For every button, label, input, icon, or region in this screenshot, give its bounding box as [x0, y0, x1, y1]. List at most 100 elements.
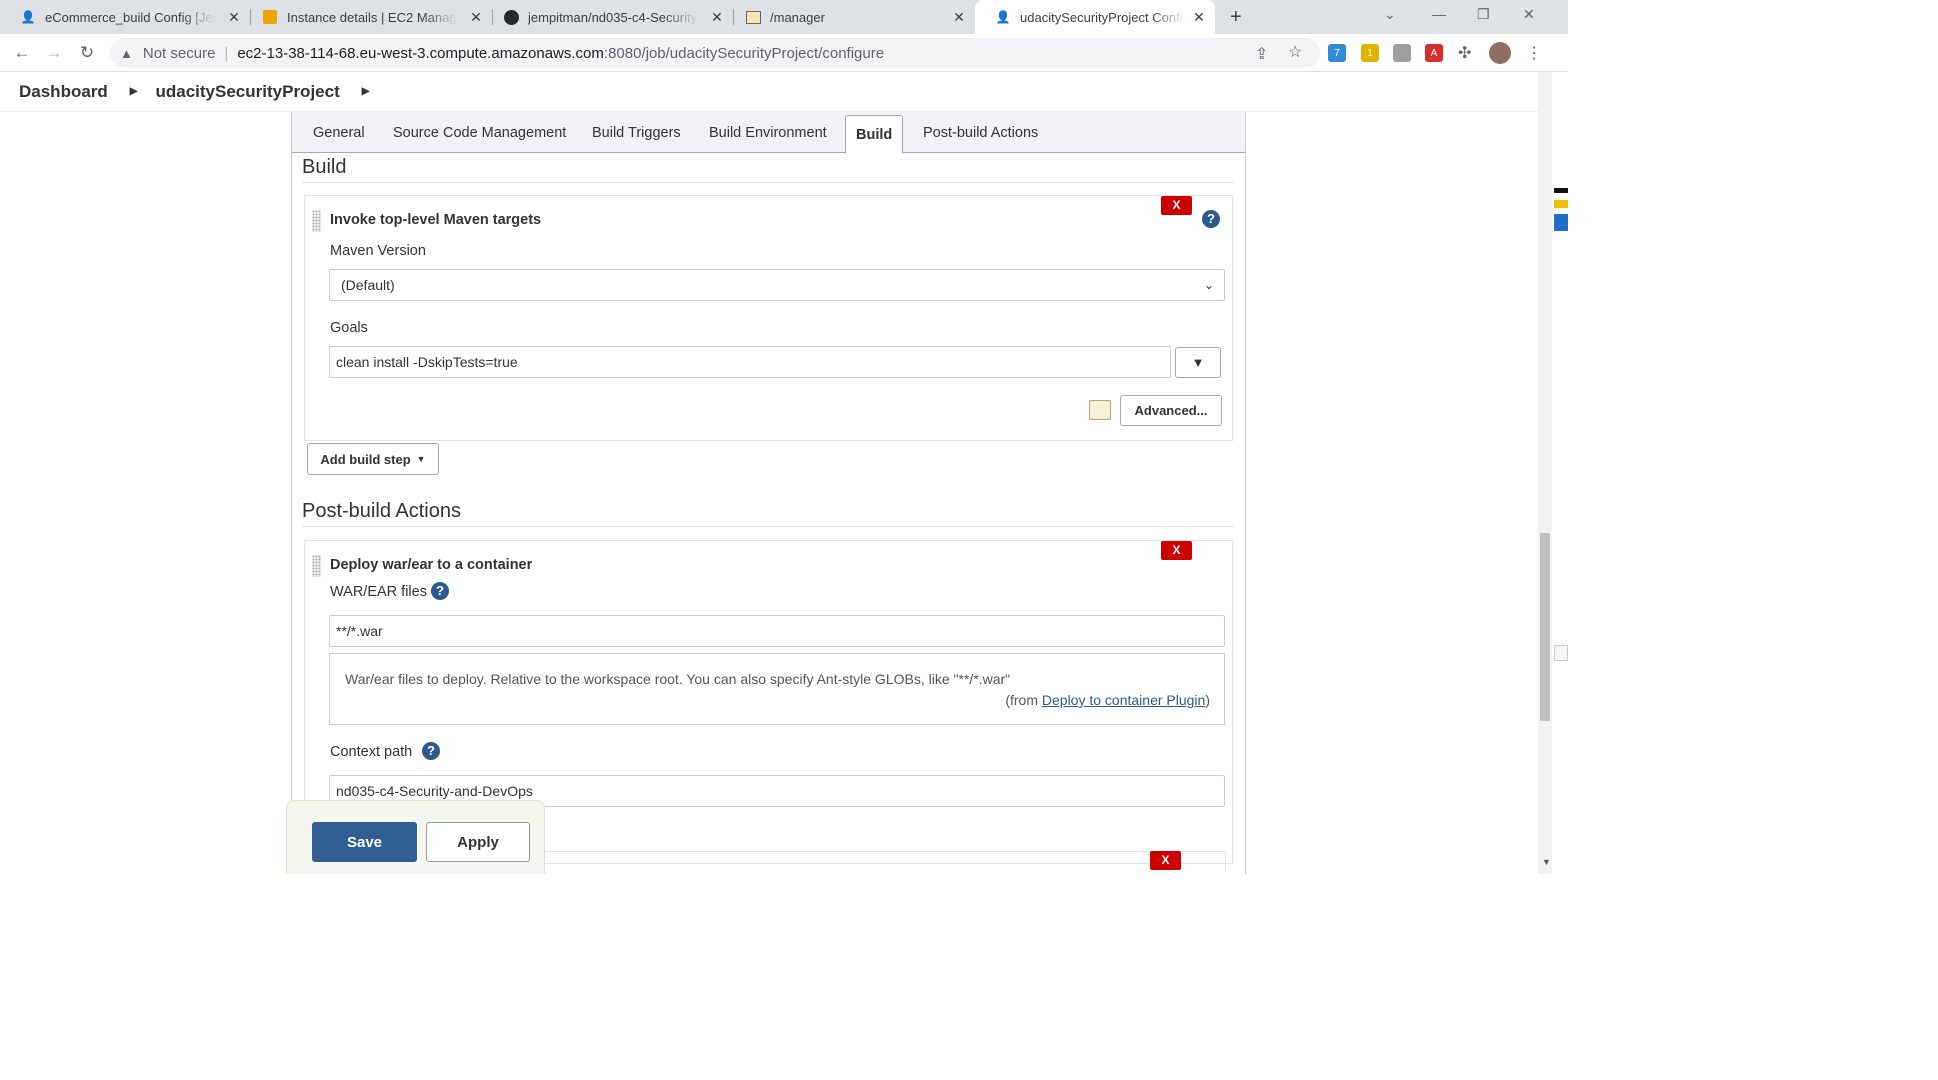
tab-title: eCommerce_build Config [Jenkins] [45, 9, 215, 25]
menu-kebab-icon[interactable]: ⋮ [1526, 43, 1542, 63]
chevron-right-icon[interactable]: ▶ [130, 86, 138, 97]
tab-build[interactable]: Build [845, 115, 904, 154]
tab-build-triggers[interactable]: Build Triggers [592, 125, 681, 141]
warning-triangle-icon: ▲ [120, 45, 133, 61]
tab-title: jempitman/nd035-c4-Security-and-DevOps [528, 9, 698, 25]
not-secure-label[interactable]: Not secure [143, 45, 216, 62]
back-arrow-icon[interactable]: ← [12, 43, 32, 63]
help-source-suffix: ) [1205, 692, 1210, 708]
notepad-icon[interactable] [1089, 400, 1111, 420]
section-title-build: Build [302, 156, 347, 178]
delete-post-build-button[interactable]: X [1161, 541, 1192, 560]
tab-build-environment[interactable]: Build Environment [709, 125, 827, 141]
goals-label: Goals [330, 320, 368, 336]
browser-tab-ecommerce-build[interactable]: 👤 eCommerce_build Config [Jenkins] ✕ [0, 0, 250, 34]
save-button[interactable]: Save [312, 822, 417, 862]
breadcrumb-dashboard[interactable]: Dashboard [19, 82, 108, 102]
browser-tab-active[interactable]: 👤 udacitySecurityProject Config [Jenkins… [975, 0, 1215, 34]
close-icon[interactable]: ✕ [226, 9, 242, 25]
address-bar[interactable]: ▲ Not secure | ec2-13-38-114-68.eu-west-… [110, 38, 1320, 68]
close-icon[interactable]: ✕ [709, 9, 725, 25]
drag-handle-icon[interactable] [312, 210, 321, 232]
help-icon[interactable]: ? [422, 742, 440, 760]
side-marker [1554, 214, 1568, 231]
browser-tab-manager[interactable]: /manager ✕ [725, 0, 975, 34]
expand-textarea-button[interactable]: ▼ [1175, 347, 1221, 378]
apply-button[interactable]: Apply [426, 822, 530, 862]
help-text: War/ear files to deploy. Relative to the… [345, 671, 1011, 687]
close-icon[interactable]: ✕ [468, 9, 484, 25]
post-build-step-title: Deploy war/ear to a container [330, 557, 533, 573]
side-marker [1554, 188, 1568, 193]
delete-container-button[interactable]: X [1150, 851, 1181, 870]
extension-badge-1-icon[interactable]: 1 [1361, 44, 1379, 62]
forward-arrow-icon[interactable]: → [44, 43, 64, 63]
share-icon[interactable]: ⇪ [1255, 44, 1268, 64]
browser-tab-strip: 👤 eCommerce_build Config [Jenkins] ✕ Ins… [0, 0, 1568, 34]
scroll-down-arrow-icon[interactable]: ▼ [1542, 857, 1551, 867]
drag-handle-icon[interactable] [312, 555, 321, 577]
maven-version-select[interactable]: (Default) ⌄ [329, 269, 1225, 301]
close-icon[interactable]: ✕ [1191, 9, 1207, 25]
job-config-form: General Source Code Management Build Tri… [291, 112, 1246, 874]
browser-tab-ec2[interactable]: Instance details | EC2 Management Consol… [242, 0, 492, 34]
profile-avatar-icon[interactable] [1489, 42, 1511, 64]
help-icon[interactable]: ? [431, 582, 449, 600]
help-icon[interactable]: ? [1202, 210, 1220, 228]
maven-version-value: (Default) [341, 277, 395, 293]
breadcrumb: Dashboard ▶ udacitySecurityProject ▶ [0, 72, 1540, 112]
help-source: (from Deploy to container Plugin) [1005, 692, 1210, 708]
build-step-title: Invoke top-level Maven targets [330, 212, 542, 228]
reload-icon[interactable]: ↻ [77, 43, 97, 63]
save-apply-bar: Save Apply [286, 800, 545, 874]
puzzle-extensions-icon[interactable]: ✣ [1458, 43, 1471, 63]
tab-search-icon[interactable]: ⌄ [1384, 6, 1396, 23]
side-marker [1554, 645, 1568, 661]
scrollbar-thumb[interactable] [1540, 533, 1550, 721]
url-host: ec2-13-38-114-68.eu-west-3.compute.amazo… [237, 44, 604, 62]
tab-title: Instance details | EC2 Management Consol… [287, 9, 457, 25]
build-step-maven: Invoke top-level Maven targets X ? Maven… [304, 195, 1233, 441]
chevron-right-icon[interactable]: ▶ [362, 86, 370, 97]
advanced-button[interactable]: Advanced... [1120, 395, 1222, 426]
side-marker [1554, 200, 1568, 208]
new-tab-icon[interactable]: + [1230, 6, 1242, 29]
extension-badge-count: 1 [1367, 47, 1373, 59]
jenkins-icon: 👤 [20, 10, 36, 24]
section-divider [302, 182, 1234, 183]
window-close-icon[interactable]: ✕ [1523, 6, 1535, 23]
pdf-extension-icon[interactable]: A [1425, 44, 1443, 62]
tab-general[interactable]: General [313, 125, 365, 141]
tab-post-build-actions[interactable]: Post-build Actions [923, 125, 1038, 141]
close-icon[interactable]: ✕ [951, 9, 967, 25]
goals-input[interactable]: clean install -DskipTests=true [329, 346, 1171, 378]
browser-tab-github[interactable]: jempitman/nd035-c4-Security-and-DevOps ✕ [483, 0, 733, 34]
minimize-icon[interactable]: — [1432, 6, 1446, 22]
help-source-prefix: (from [1005, 692, 1042, 708]
page-scrollbar[interactable] [1538, 72, 1552, 874]
extension-badge-7-icon[interactable]: 7 [1328, 44, 1346, 62]
maven-version-label: Maven Version [330, 243, 426, 259]
add-build-step-label: Add build step [320, 451, 411, 467]
war-files-label: WAR/EAR files [330, 584, 427, 600]
add-build-step-button[interactable]: Add build step ▼ [307, 443, 439, 475]
section-title-post-build: Post-build Actions [302, 500, 461, 522]
plugin-link[interactable]: Deploy to container Plugin [1042, 692, 1205, 708]
tab-title: /manager [770, 9, 825, 25]
extension-gray-icon[interactable] [1393, 44, 1411, 62]
war-files-value: **/*.war [336, 623, 383, 639]
jenkins-icon: 👤 [995, 10, 1011, 24]
aws-box-icon [262, 9, 278, 25]
chevron-down-icon: ⌄ [1203, 278, 1214, 292]
breadcrumb-project[interactable]: udacitySecurityProject [156, 82, 340, 102]
config-tab-bar: General Source Code Management Build Tri… [292, 112, 1245, 154]
tab-source-code-management[interactable]: Source Code Management [393, 125, 566, 141]
section-divider [302, 526, 1234, 527]
war-files-input[interactable]: **/*.war [329, 615, 1225, 647]
bookmark-star-icon[interactable]: ☆ [1288, 42, 1302, 62]
delete-step-button[interactable]: X [1161, 196, 1192, 215]
tab-title: udacitySecurityProject Config [Jenkins] [1020, 9, 1185, 25]
restore-icon[interactable]: ❐ [1477, 6, 1490, 23]
context-path-value: nd035-c4-Security-and-DevOps [336, 783, 533, 799]
goals-value: clean install -DskipTests=true [336, 354, 518, 370]
